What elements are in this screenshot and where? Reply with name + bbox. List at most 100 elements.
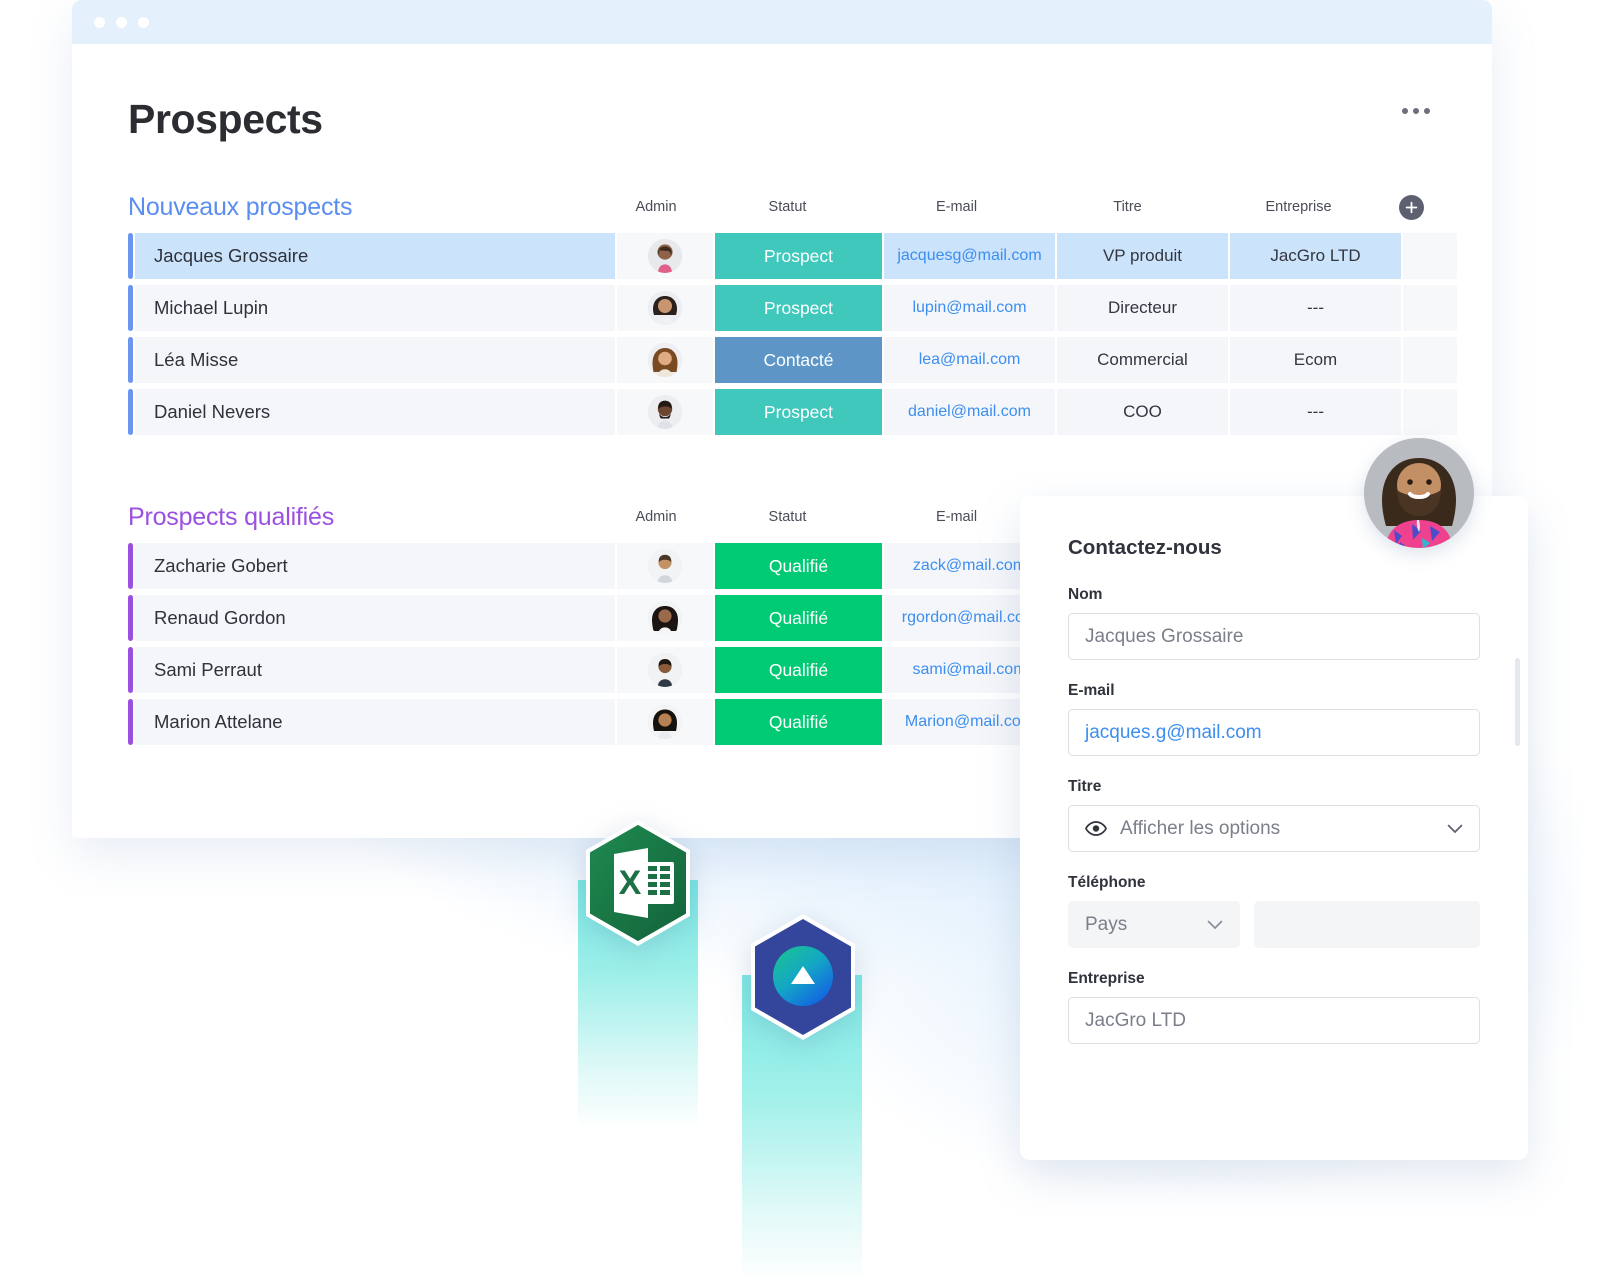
page-header: Prospects <box>128 44 1436 143</box>
row-accent <box>128 647 133 693</box>
field-titre: Titre Afficher les options <box>1068 778 1480 852</box>
chevron-down-icon <box>1447 824 1463 834</box>
cell-empty <box>1403 285 1457 331</box>
cell-status[interactable]: Prospect <box>715 389 882 435</box>
avatar <box>1364 438 1474 548</box>
field-label-telephone: Téléphone <box>1068 874 1480 892</box>
chevron-down-icon <box>1207 920 1223 930</box>
cell-admin[interactable] <box>617 337 713 383</box>
plus-icon <box>1405 201 1418 214</box>
cell-status[interactable]: Qualifié <box>715 699 882 745</box>
form-scrollbar[interactable] <box>1515 658 1520 746</box>
nom-input[interactable]: Jacques Grossaire <box>1068 613 1480 660</box>
cell-title[interactable]: VP produit <box>1057 233 1228 279</box>
row-accent <box>128 337 133 383</box>
field-label-nom: Nom <box>1068 586 1480 604</box>
cell-email[interactable]: lupin@mail.com <box>884 285 1055 331</box>
avatar <box>648 343 682 377</box>
cell-name[interactable]: Renaud Gordon <box>135 595 615 641</box>
cell-email[interactable]: lea@mail.com <box>884 337 1055 383</box>
window-titlebar <box>72 0 1492 44</box>
cell-status[interactable]: Contacté <box>715 337 882 383</box>
table-row[interactable]: Léa Misse Contacté lea@mail.com Commerc <box>128 337 1436 383</box>
table-row[interactable]: Michael Lupin Prospect lupin@mail.com D <box>128 285 1436 331</box>
cell-status[interactable]: Prospect <box>715 285 882 331</box>
cell-empty <box>1403 233 1457 279</box>
avatar <box>648 705 682 739</box>
cell-company[interactable]: --- <box>1230 389 1401 435</box>
cell-name[interactable]: Marion Attelane <box>135 699 615 745</box>
cell-name[interactable]: Sami Perraut <box>135 647 615 693</box>
row-accent <box>128 543 133 589</box>
window-dot-close[interactable] <box>94 17 105 28</box>
cell-status[interactable]: Qualifié <box>715 543 882 589</box>
cell-title[interactable]: Directeur <box>1057 285 1228 331</box>
cell-name[interactable]: Jacques Grossaire <box>135 233 615 279</box>
cell-admin[interactable] <box>617 285 713 331</box>
page-title: Prospects <box>128 96 323 143</box>
eye-icon <box>1085 821 1107 836</box>
cell-email[interactable]: daniel@mail.com <box>884 389 1055 435</box>
avatar <box>648 601 682 635</box>
cell-company[interactable]: --- <box>1230 285 1401 331</box>
pays-select[interactable]: Pays <box>1068 901 1240 948</box>
titre-select[interactable]: Afficher les options <box>1068 805 1480 852</box>
phone-number-input[interactable] <box>1254 901 1480 948</box>
cell-status[interactable]: Qualifié <box>715 647 882 693</box>
column-header-admin: Admin <box>608 509 704 525</box>
cell-admin[interactable] <box>617 699 713 745</box>
svg-text:X: X <box>619 864 642 902</box>
avatar <box>648 395 682 429</box>
row-accent <box>128 389 133 435</box>
excel-icon[interactable]: X <box>580 818 696 948</box>
column-header-statut: Statut <box>704 199 871 215</box>
cell-admin[interactable] <box>617 389 713 435</box>
avatar <box>648 549 682 583</box>
window-dot-maximize[interactable] <box>138 17 149 28</box>
screenshot-root: Prospects Nouveaux prospects Admin Statu… <box>0 0 1600 1280</box>
cell-name[interactable]: Daniel Nevers <box>135 389 615 435</box>
board-title: Prospects qualifiés <box>128 503 608 532</box>
avatar <box>648 653 682 687</box>
pays-select-value: Pays <box>1085 914 1127 936</box>
cell-email[interactable]: jacquesg@mail.com <box>884 233 1055 279</box>
cell-admin[interactable] <box>617 543 713 589</box>
monday-integration-icon[interactable] <box>745 912 861 1042</box>
column-header-entreprise: Entreprise <box>1213 199 1384 215</box>
cell-status[interactable]: Prospect <box>715 233 882 279</box>
cell-name[interactable]: Zacharie Gobert <box>135 543 615 589</box>
avatar <box>648 239 682 273</box>
field-telephone: Téléphone Pays <box>1068 874 1480 948</box>
cell-empty <box>1403 337 1457 383</box>
cell-name[interactable]: Léa Misse <box>135 337 615 383</box>
field-nom: Nom Jacques Grossaire <box>1068 586 1480 660</box>
cell-title[interactable]: COO <box>1057 389 1228 435</box>
cell-company[interactable]: JacGro LTD <box>1230 233 1401 279</box>
field-entreprise: Entreprise JacGro LTD <box>1068 970 1480 1044</box>
more-horizontal-icon[interactable] <box>1396 96 1436 114</box>
cell-empty <box>1403 389 1457 435</box>
row-accent <box>128 699 133 745</box>
cell-title[interactable]: Commercial <box>1057 337 1228 383</box>
titre-select-value: Afficher les options <box>1120 818 1280 840</box>
window-dot-minimize[interactable] <box>116 17 127 28</box>
cell-status[interactable]: Qualifié <box>715 595 882 641</box>
board-header: Nouveaux prospects Admin Statut E-mail T… <box>128 189 1436 225</box>
cell-name[interactable]: Michael Lupin <box>135 285 615 331</box>
cell-admin[interactable] <box>617 233 713 279</box>
column-header-email: E-mail <box>871 509 1042 525</box>
cell-company[interactable]: Ecom <box>1230 337 1401 383</box>
avatar <box>648 291 682 325</box>
email-input[interactable]: jacques.g@mail.com <box>1068 709 1480 756</box>
row-accent <box>128 285 133 331</box>
row-accent <box>128 233 133 279</box>
cell-admin[interactable] <box>617 647 713 693</box>
field-email: E-mail jacques.g@mail.com <box>1068 682 1480 756</box>
add-column-button[interactable] <box>1399 195 1424 220</box>
column-header-statut: Statut <box>704 509 871 525</box>
cell-admin[interactable] <box>617 595 713 641</box>
field-label-email: E-mail <box>1068 682 1480 700</box>
table-row[interactable]: Daniel Nevers Prospect daniel@ma <box>128 389 1436 435</box>
table-row[interactable]: Jacques Grossaire Prospect jacquesg@mail… <box>128 233 1436 279</box>
entreprise-input[interactable]: JacGro LTD <box>1068 997 1480 1044</box>
